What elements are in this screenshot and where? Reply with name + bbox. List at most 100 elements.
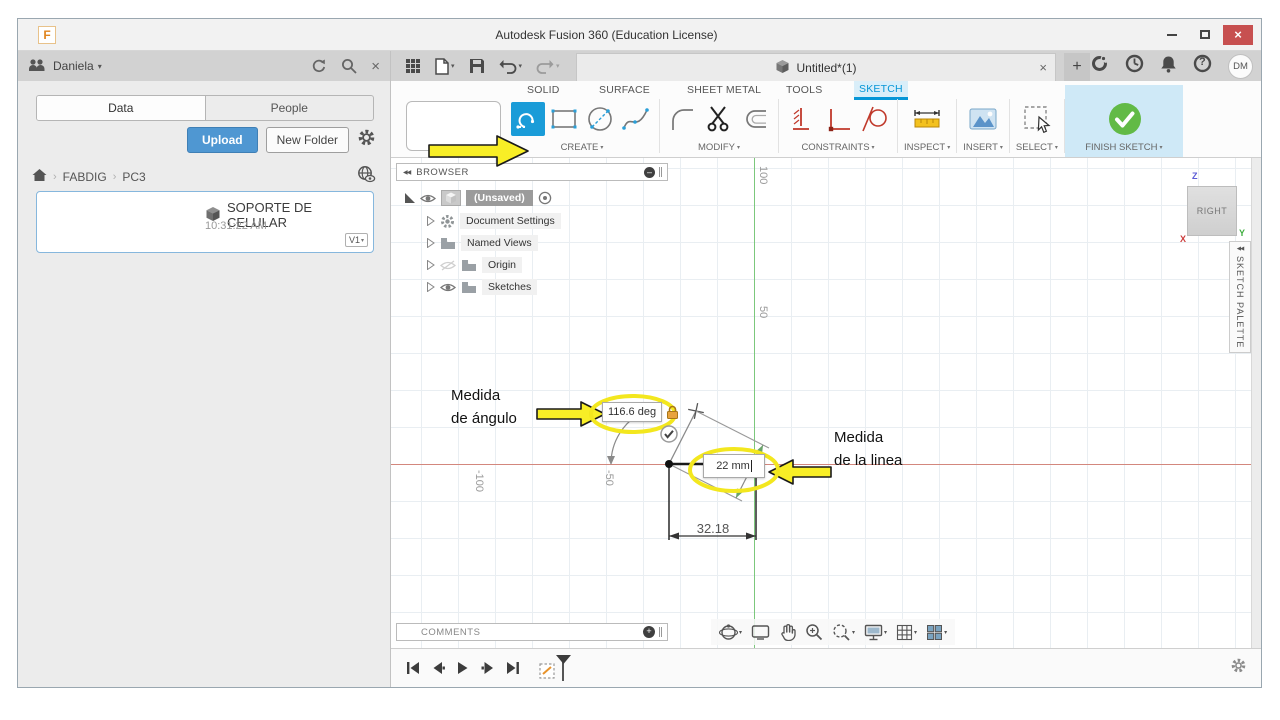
zoom-icon[interactable] [805,623,823,641]
browser-root-row[interactable]: (Unsaved) [405,190,552,206]
sketch-canvas[interactable]: 100 50 -50 -100 116.6 deg 22 mm 32.18 Me… [391,158,1261,648]
display-settings-icon[interactable]: ▾ [864,624,887,641]
expand-arrow-icon[interactable] [427,282,435,292]
activate-target-icon[interactable] [538,191,552,205]
maximize-button[interactable] [1190,25,1220,45]
ribbon-tab-surface[interactable]: SURFACE [599,84,650,96]
shared-views-icon[interactable] [357,165,376,188]
close-panel-icon[interactable]: × [371,58,380,75]
constraint-perpendicular-icon[interactable] [821,102,855,136]
finish-sketch-check-icon[interactable] [1107,102,1141,136]
close-button[interactable]: × [1223,24,1253,45]
browser-item-label[interactable]: Named Views [461,235,538,251]
notifications-bell-icon[interactable] [1160,55,1177,78]
zoom-window-icon[interactable]: ▾ [832,623,855,641]
line-tool-button[interactable] [511,102,545,136]
modify-group-label[interactable]: MODIFY ▾ [698,142,740,153]
home-icon[interactable] [32,168,47,185]
circle-tool-button[interactable] [583,102,617,136]
finish-sketch-group[interactable]: FINISH SKETCH ▾ [1064,85,1183,157]
visibility-eye-icon[interactable] [440,282,456,293]
expand-arrow-icon[interactable] [427,260,435,270]
minimize-button[interactable] [1157,25,1187,45]
insert-group-label[interactable]: INSERT ▾ [963,142,1003,153]
browser-item-label[interactable]: Sketches [482,279,538,295]
redo-icon[interactable]: ▾ [536,59,560,74]
ribbon-tab-solid[interactable]: SOLID [527,84,560,96]
expand-triangle-icon[interactable] [405,193,415,203]
tab-data[interactable]: Data [37,96,206,120]
document-tab[interactable]: Untitled*(1) × [576,53,1056,81]
tab-people[interactable]: People [206,96,374,120]
new-folder-button[interactable]: New Folder [265,127,349,153]
add-comment-icon[interactable]: + [643,626,655,638]
create-group-label[interactable]: CREATE ▾ [561,142,604,153]
timeline-play-button[interactable] [455,660,471,676]
select-tool-icon[interactable] [1020,102,1054,136]
angle-dimension-input[interactable]: 116.6 deg [602,402,662,422]
collapse-icon[interactable]: ◀◀ [403,169,411,176]
rectangle-tool-button[interactable] [547,102,581,136]
upload-button[interactable]: Upload [186,127,258,153]
expand-arrow-icon[interactable] [427,238,435,248]
length-dimension-input[interactable]: 22 mm [703,454,765,478]
comments-bar[interactable]: COMMENTS + [396,623,668,641]
timeline-sketch-marker[interactable] [539,654,575,682]
file-menu-icon[interactable]: ▾ [435,57,455,75]
orbit-icon[interactable]: ▾ [719,623,742,642]
new-tab-button[interactable]: + [1064,53,1090,81]
ribbon-tab-sketch[interactable]: SKETCH [854,81,908,100]
version-badge[interactable]: V1 ▾ [344,233,368,247]
spline-tool-button[interactable] [619,102,653,136]
constraint-tangent-icon[interactable] [857,102,891,136]
constraints-group-label[interactable]: CONSTRAINTS ▾ [801,142,874,153]
browser-root-label[interactable]: (Unsaved) [466,190,533,206]
trim-scissors-icon[interactable] [702,102,736,136]
browser-row-document-settings[interactable]: Document Settings [427,213,561,229]
timeline-settings-gear-icon[interactable] [1230,657,1247,679]
measure-tool-icon[interactable] [910,102,944,136]
user-avatar[interactable]: DM [1228,53,1253,79]
search-button[interactable] [341,58,357,74]
browser-row-origin[interactable]: Origin [427,257,523,273]
fillet-tool-button[interactable] [666,102,700,136]
timeline-step-back-button[interactable] [430,660,446,676]
panel-settings-gear-icon[interactable] [357,128,376,152]
app-grid-icon[interactable] [405,58,421,74]
browser-minimize-icon[interactable]: – [644,166,655,178]
tab-close-icon[interactable]: × [1039,60,1047,75]
browser-item-label[interactable]: Document Settings [460,213,561,229]
inspect-group-label[interactable]: INSPECT ▾ [904,142,950,153]
browser-drag-handle[interactable] [659,167,662,177]
browser-item-label[interactable]: Origin [482,257,523,273]
look-at-icon[interactable] [751,624,770,640]
expand-arrow-icon[interactable] [427,216,435,226]
ribbon-tab-tools[interactable]: TOOLS [786,84,822,96]
sketch-palette-tab[interactable]: ◀◀ SKETCH PALETTE [1229,241,1251,353]
constraint-fix-icon[interactable] [785,102,819,136]
timeline-go-start-button[interactable] [405,660,421,676]
breadcrumb-pc3[interactable]: PC3 [122,170,145,184]
pan-hand-icon[interactable] [779,623,796,641]
confirm-check-icon[interactable] [659,424,679,449]
active-user-name[interactable]: Daniela [53,59,94,73]
insert-image-icon[interactable] [966,102,1000,136]
extensions-icon[interactable] [1090,54,1109,78]
breadcrumb-fabdig[interactable]: FABDIG [63,170,107,184]
grid-settings-icon[interactable]: ▾ [896,624,917,641]
browser-row-sketches[interactable]: Sketches [427,279,538,295]
select-group-label[interactable]: SELECT ▾ [1016,142,1058,153]
help-icon[interactable]: ? [1193,54,1212,78]
project-item-card[interactable]: SOPORTE DE CELULAR 10:31:22 AM V1 ▾ [36,191,374,253]
ribbon-tab-sheet-metal[interactable]: SHEET METAL [687,84,761,96]
viewports-icon[interactable]: ▾ [926,624,947,641]
timeline-go-end-button[interactable] [505,660,521,676]
job-status-clock-icon[interactable] [1125,54,1144,78]
hidden-eye-icon[interactable] [440,259,456,271]
offset-tool-button[interactable] [738,102,772,136]
browser-row-named-views[interactable]: Named Views [427,235,538,251]
comments-drag-handle[interactable] [659,627,662,637]
timeline-step-forward-button[interactable] [480,660,496,676]
visibility-eye-icon[interactable] [420,193,436,204]
refresh-button[interactable] [311,58,327,74]
